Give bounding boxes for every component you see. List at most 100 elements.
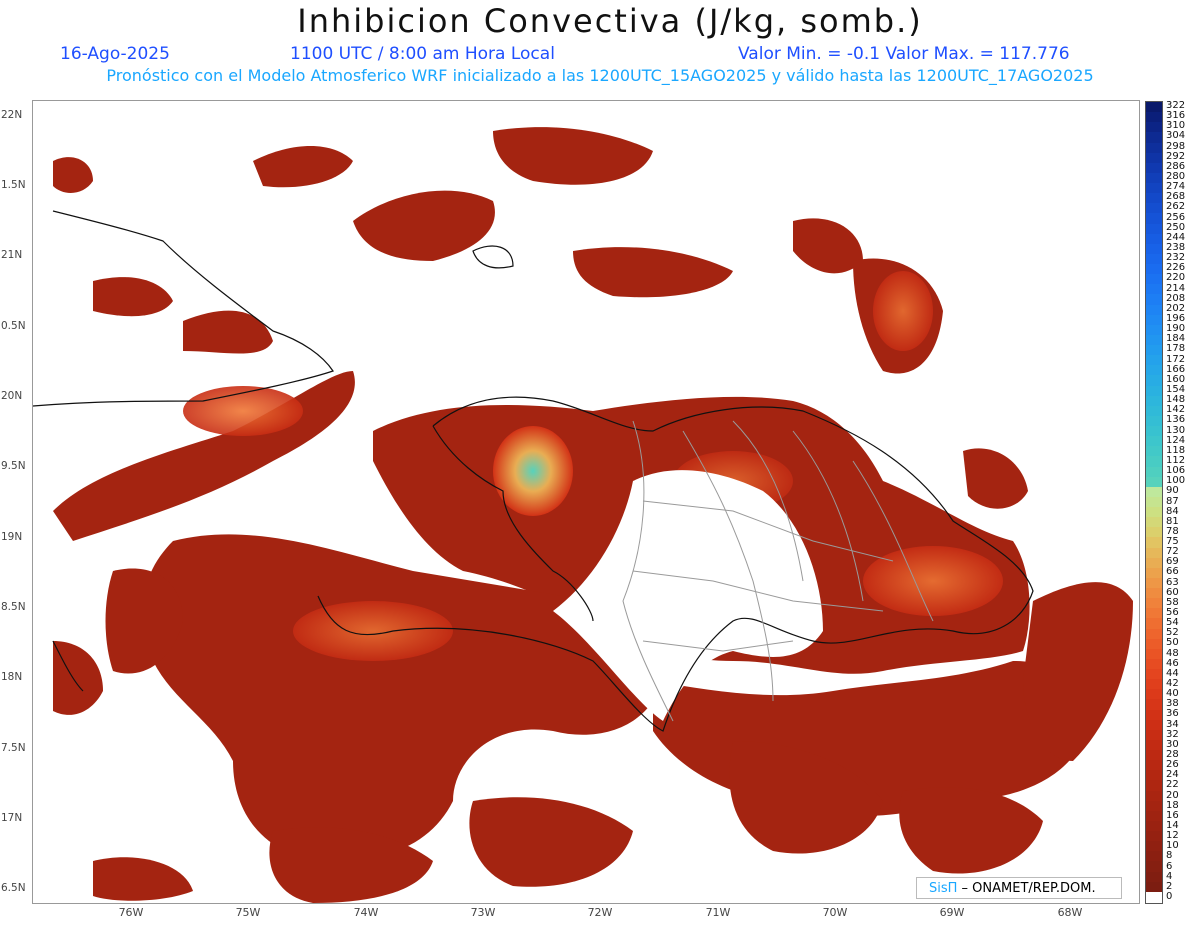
colorbar-swatch [1146,547,1162,558]
colorbar-label: 304 [1166,130,1186,142]
colorbar-label: 22 [1166,779,1179,791]
colorbar-swatch [1146,253,1162,264]
colorbar-swatch [1146,496,1162,507]
colorbar-swatch [1146,385,1162,396]
lon-label: 71W [705,906,731,919]
lon-label: 76W [118,906,144,919]
colorbar-swatch [1146,243,1162,254]
colorbar-swatch [1146,233,1162,244]
colorbar-swatch [1146,365,1162,376]
colorbar-swatch [1146,760,1162,771]
colorbar-swatch [1146,172,1162,183]
colorbar-swatch [1146,304,1162,315]
colorbar-swatch [1146,841,1162,852]
colorbar-swatch [1146,648,1162,659]
lon-label: 74W [353,906,379,919]
lat-label: 1.5N [1,179,26,191]
lon-label: 70W [822,906,848,919]
colorbar-swatch [1146,750,1162,761]
colorbar-swatch [1146,345,1162,356]
map-panel [32,100,1140,904]
sispi-logo: SisΠ [929,881,958,896]
colorbar-label: 6 [1166,860,1173,872]
colorbar-swatch [1146,456,1162,467]
colorbar-swatch [1146,679,1162,690]
colorbar-label: 50 [1166,637,1179,649]
colorbar-swatch [1146,608,1162,619]
colorbar-label: 36 [1166,708,1179,720]
colorbar-swatch [1146,486,1162,497]
lat-label: 18N [1,671,23,683]
colorbar-swatch [1146,537,1162,548]
colorbar-swatch [1146,699,1162,710]
colorbar-swatch [1146,790,1162,801]
colorbar-swatch [1146,810,1162,821]
colorbar-swatch [1146,770,1162,781]
colorbar-swatch [1146,689,1162,700]
colorbar-swatch [1146,881,1162,892]
colorbar-swatch [1146,152,1162,163]
colorbar-swatch [1146,284,1162,295]
colorbar-swatch [1146,264,1162,275]
colorbar-label: 87 [1166,495,1179,507]
lat-label: 17N [1,812,23,824]
colorbar-swatch [1146,314,1162,325]
credit-text: – ONAMET/REP.DOM. [957,881,1096,896]
colorbar-swatch [1146,466,1162,477]
lon-label: 73W [470,906,496,919]
lon-label: 75W [235,906,261,919]
colorbar-swatch [1146,588,1162,599]
colorbar-swatch [1146,527,1162,538]
colorbar-swatch [1146,324,1162,335]
lat-label: 9.5N [1,460,26,472]
colorbar-swatch [1146,132,1162,143]
colorbar-swatch [1146,142,1162,153]
colorbar [1145,101,1163,904]
colorbar-swatch [1146,638,1162,649]
colorbar-swatch [1146,213,1162,224]
forecast-description: Pronóstico con el Modelo Atmosferico WRF… [106,66,1094,85]
lat-label: 19N [1,531,23,543]
colorbar-swatch [1146,203,1162,214]
colorbar-swatch [1146,274,1162,285]
map-title: Inhibicion Convectiva (J/kg, somb.) [297,2,923,40]
lon-label: 68W [1057,906,1083,919]
colorbar-swatch [1146,355,1162,366]
colorbar-swatch [1146,598,1162,609]
colorbar-swatch [1146,861,1162,872]
lat-label: 7.5N [1,742,26,754]
colorbar-swatch [1146,507,1162,518]
lat-label: 8.5N [1,601,26,613]
colorbar-swatch [1146,183,1162,194]
colorbar-label: 262 [1166,201,1186,213]
colorbar-swatch [1146,294,1162,305]
valid-time: 1100 UTC / 8:00 am Hora Local [290,44,555,64]
colorbar-swatch [1146,476,1162,487]
colorbar-swatch [1146,415,1162,426]
colorbar-swatch [1146,780,1162,791]
colorbar-swatch [1146,557,1162,568]
lat-label: 20N [1,390,23,402]
colorbar-swatch [1146,577,1162,588]
valid-date: 16-Ago-2025 [60,44,170,64]
lat-label: 22N [1,109,23,121]
colorbar-swatch [1146,102,1162,113]
lat-label: 0.5N [1,320,26,332]
cin-field-map [33,127,1133,903]
colorbar-swatch [1146,618,1162,629]
colorbar-swatch [1146,719,1162,730]
colorbar-swatch [1146,729,1162,740]
colorbar-swatch [1146,223,1162,234]
lon-label: 69W [939,906,965,919]
colorbar-swatch [1146,820,1162,831]
colorbar-swatch [1146,446,1162,457]
colorbar-swatch [1146,334,1162,345]
colorbar-swatch [1146,162,1162,173]
colorbar-swatch [1146,851,1162,862]
colorbar-label: 90 [1166,485,1179,497]
colorbar-swatch [1146,709,1162,720]
colorbar-swatch [1146,112,1162,123]
colorbar-label: 220 [1166,272,1186,284]
colorbar-swatch [1146,426,1162,437]
lon-label: 72W [587,906,613,919]
